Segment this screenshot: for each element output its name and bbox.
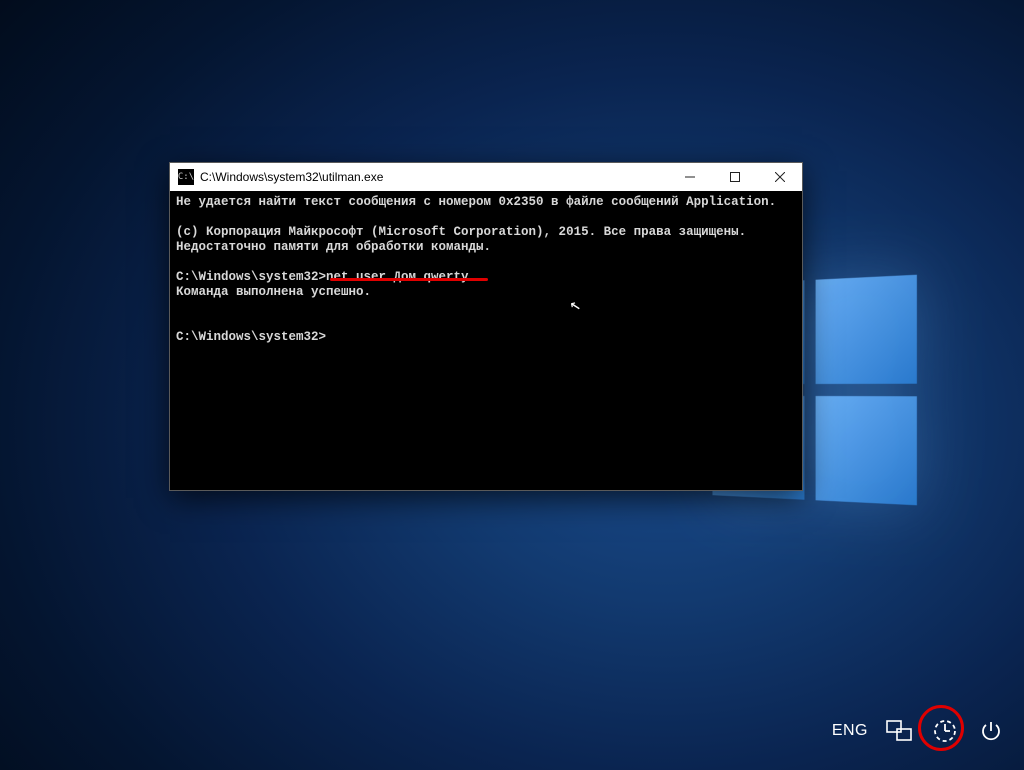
annotation-underline (330, 278, 488, 281)
close-button[interactable] (757, 163, 802, 191)
language-indicator[interactable]: ENG (832, 716, 868, 746)
network-icon[interactable] (884, 716, 914, 746)
terminal-command: net user Дом qwerty (326, 270, 469, 284)
cmd-icon: C:\ (178, 169, 194, 185)
power-icon[interactable] (976, 716, 1006, 746)
desktop-background: C:\ C:\Windows\system32\utilman.exe Не у… (0, 0, 1024, 770)
terminal-body[interactable]: Не удается найти текст сообщения с номер… (170, 191, 802, 490)
terminal-line: (c) Корпорация Майкрософт (Microsoft Cor… (176, 225, 746, 239)
terminal-line: Недостаточно памяти для обработки команд… (176, 240, 491, 254)
ease-of-access-icon[interactable] (930, 716, 960, 746)
window-title: C:\Windows\system32\utilman.exe (200, 170, 383, 184)
login-screen-tray: ENG (832, 716, 1006, 746)
terminal-prompt: C:\Windows\system32> (176, 330, 326, 344)
terminal-prompt: C:\Windows\system32> (176, 270, 326, 284)
window-titlebar[interactable]: C:\ C:\Windows\system32\utilman.exe (170, 163, 802, 191)
minimize-button[interactable] (667, 163, 712, 191)
command-prompt-window[interactable]: C:\ C:\Windows\system32\utilman.exe Не у… (170, 163, 802, 490)
maximize-button[interactable] (712, 163, 757, 191)
terminal-line: Команда выполнена успешно. (176, 285, 371, 299)
cursor-icon: ↖ (569, 298, 583, 315)
terminal-line: Не удается найти текст сообщения с номер… (176, 195, 776, 209)
